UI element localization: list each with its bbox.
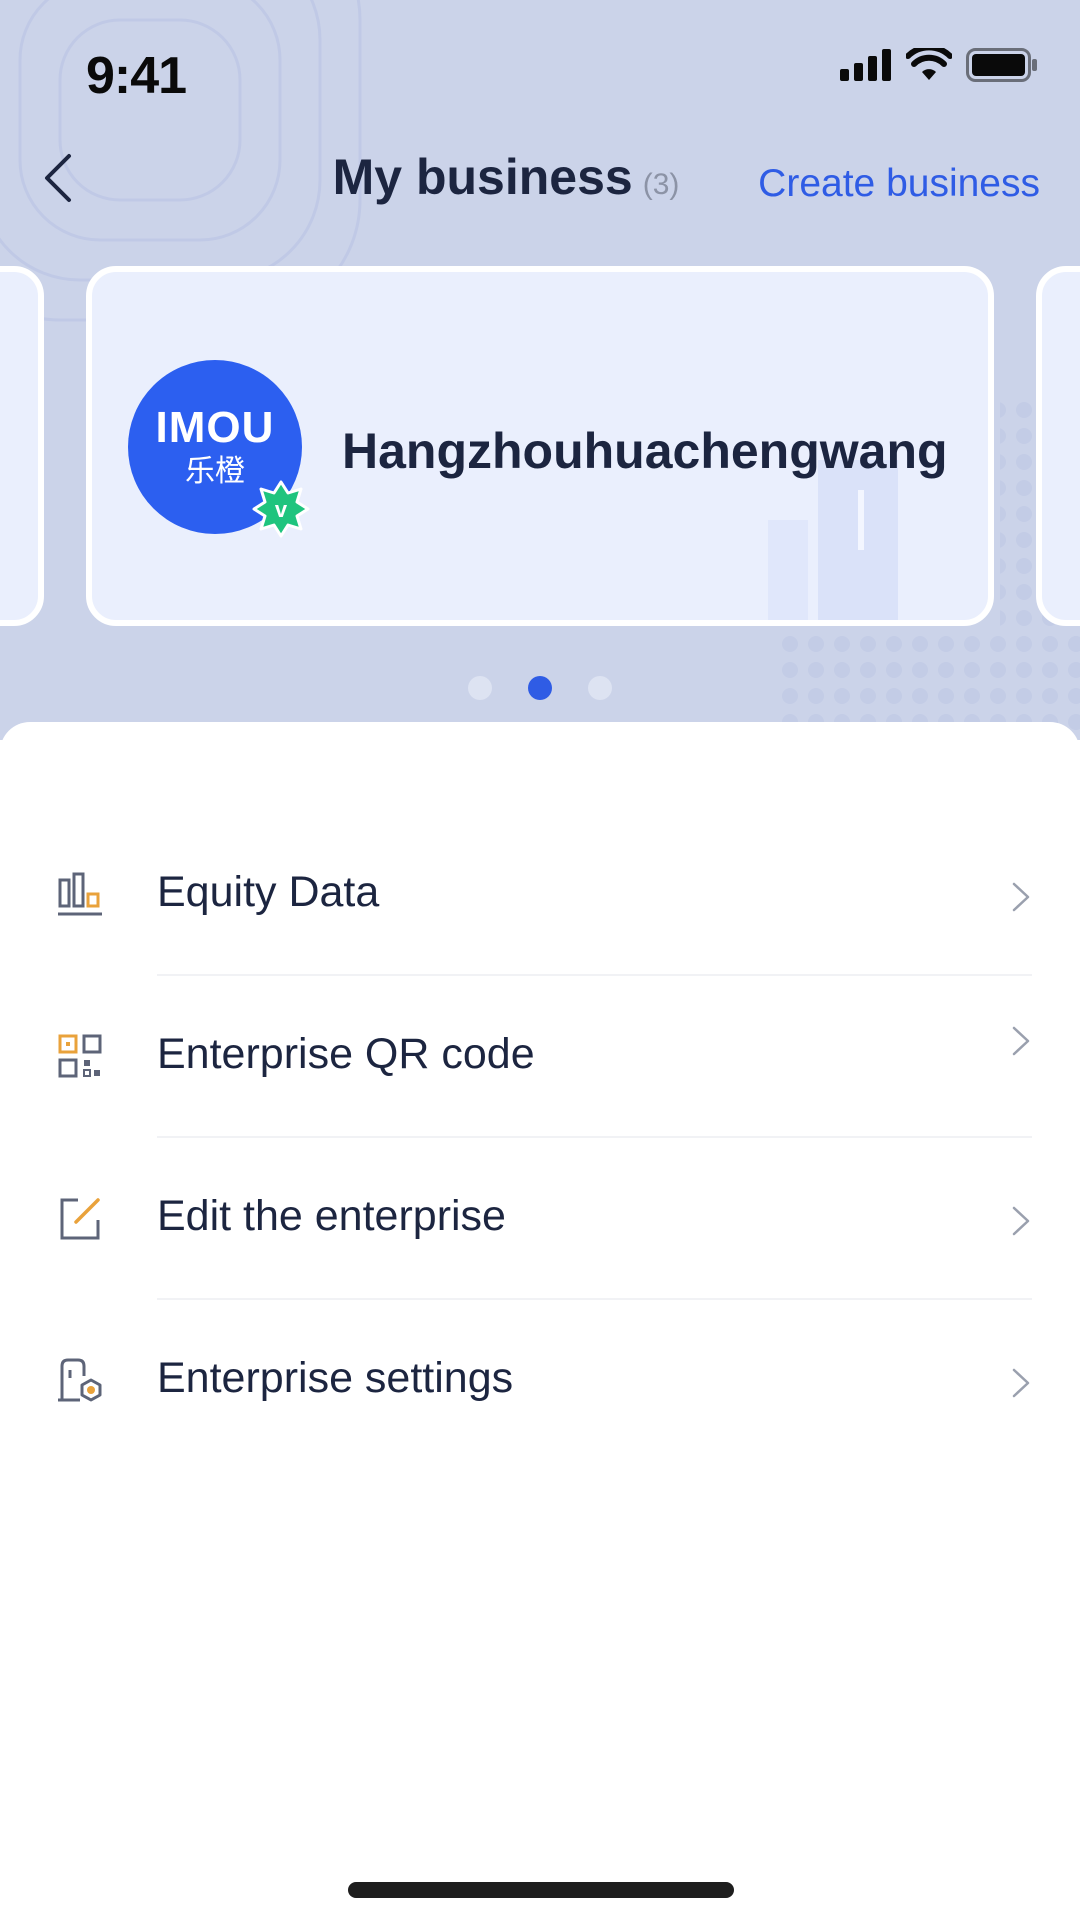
chevron-right-icon [1012,1026,1030,1056]
menu-item-equity-data[interactable]: Equity Data [0,814,1080,976]
avatar-sub-text: 乐橙 [185,455,245,488]
business-card-active[interactable]: IMOU 乐橙 v Hangzhouhuachengwang [86,266,994,626]
chevron-right-icon [1012,1206,1030,1236]
signal-icon [840,49,891,81]
business-card-previous[interactable] [0,266,44,626]
menu-item-label: Enterprise settings [157,1354,514,1402]
badge-letter: v [275,497,288,522]
business-name: Hangzhouhuachengwang [342,423,948,479]
chevron-right-icon [1012,882,1030,912]
business-card-next[interactable] [1036,266,1080,626]
verified-badge-icon: v [252,480,310,538]
create-business-link[interactable]: Create business [758,162,1040,206]
business-count: (3) [642,168,680,201]
avatar-brand-text: IMOU [155,403,275,452]
home-indicator[interactable] [348,1882,734,1898]
pagination-dot-active[interactable] [528,676,552,700]
pagination-dot[interactable] [588,676,612,700]
battery-icon [966,48,1037,82]
back-button[interactable] [34,148,82,208]
menu-item-label: Equity Data [157,868,380,916]
menu-item-enterprise-settings[interactable]: Enterprise settings [0,1300,1080,1462]
menu-item-label: Enterprise QR code [157,1030,535,1078]
qr-code-icon [58,1034,102,1078]
status-icons [840,48,1038,82]
pagination-dot[interactable] [468,676,492,700]
menu-item-qr-code[interactable]: Enterprise QR code [0,976,1080,1138]
chevron-left-icon [45,154,71,202]
carousel-pagination [0,676,1080,700]
menu-list: Equity Data Enterprise QR code Edit the … [0,814,1080,1462]
edit-icon [60,1198,100,1240]
chevron-right-icon [1012,1368,1030,1398]
menu-item-label: Edit the enterprise [157,1192,506,1240]
bar-chart-icon [58,872,102,916]
menu-item-edit-enterprise[interactable]: Edit the enterprise [0,1138,1080,1300]
wifi-icon [906,48,952,80]
menu-sheet: Equity Data Enterprise QR code Edit the … [0,722,1080,1920]
header-background: 9:41 My business (3) Create business IMO… [0,0,1080,740]
settings-icon [58,1358,102,1402]
status-time: 9:41 [86,47,187,105]
